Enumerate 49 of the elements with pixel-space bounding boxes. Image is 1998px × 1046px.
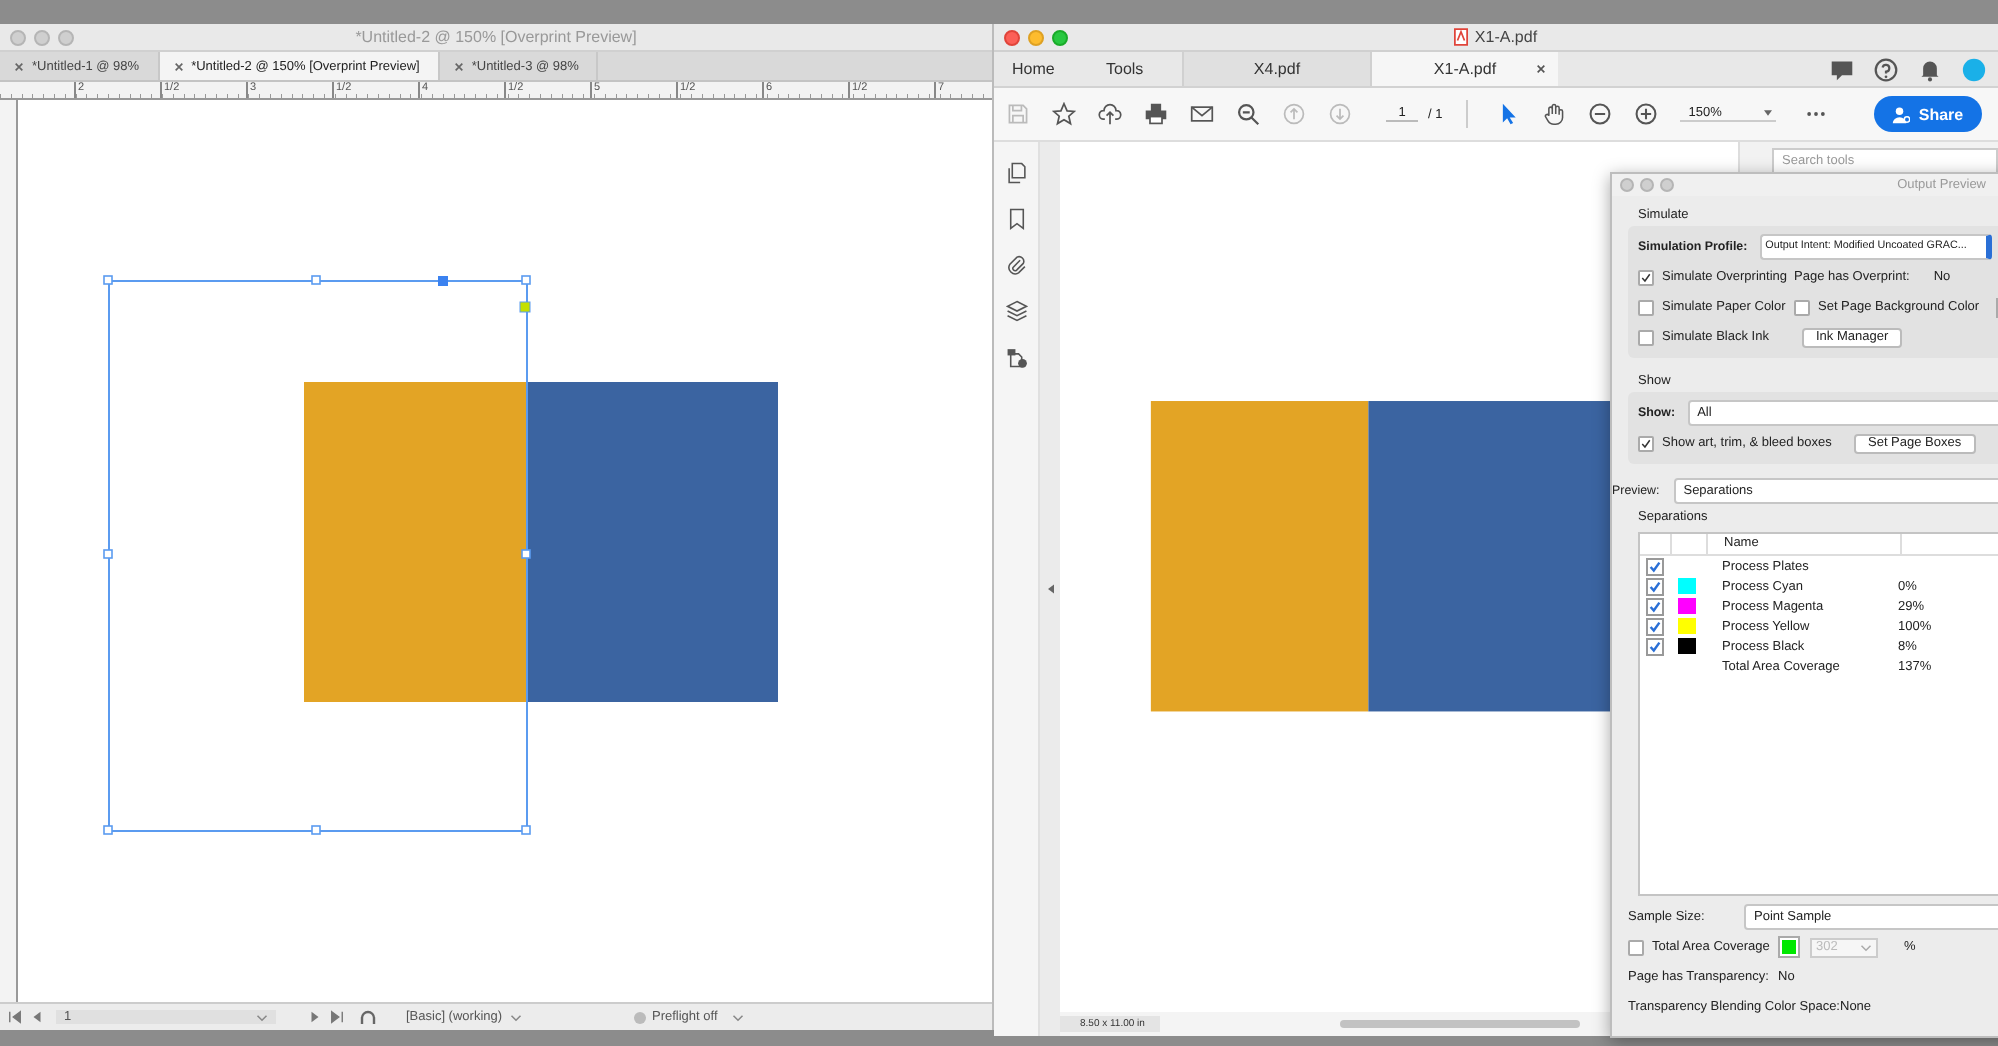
caret-icon[interactable] — [1764, 110, 1773, 116]
color-swatch[interactable] — [1778, 936, 1800, 958]
close-icon[interactable] — [453, 61, 464, 71]
last-page-icon[interactable] — [330, 1010, 344, 1024]
checkbox[interactable] — [1646, 577, 1664, 595]
nav-link[interactable]: Tools — [1088, 60, 1182, 78]
next-page-icon[interactable] — [308, 1010, 322, 1024]
checkbox[interactable] — [1646, 557, 1664, 575]
window-title: X1-A.pdf — [1474, 28, 1538, 46]
checkbox[interactable] — [1646, 617, 1664, 635]
bell-icon[interactable] — [1918, 57, 1942, 81]
pages-icon[interactable] — [1005, 162, 1027, 184]
bookmark-icon[interactable] — [1005, 208, 1027, 230]
previous-page-icon[interactable] — [30, 1010, 44, 1024]
nav-link[interactable]: Home — [994, 60, 1088, 78]
comment-icon[interactable] — [1830, 57, 1854, 81]
person-icon — [1892, 105, 1911, 123]
zoom-search-icon[interactable] — [1236, 102, 1260, 126]
close-icon[interactable] — [173, 61, 184, 71]
status-dot-icon — [634, 1011, 646, 1023]
selection-frame[interactable] — [103, 275, 531, 835]
upload-icon[interactable] — [1098, 102, 1122, 126]
paperclip-icon[interactable] — [1005, 254, 1027, 276]
share-button[interactable]: Share — [1874, 96, 1982, 132]
caret-icon[interactable] — [731, 1013, 744, 1021]
mail-icon[interactable] — [1190, 102, 1214, 126]
print-icon[interactable] — [1144, 102, 1168, 126]
hand-icon[interactable] — [1542, 102, 1567, 126]
arc-icon[interactable] — [360, 1009, 380, 1025]
pdf-file-icon — [1454, 28, 1469, 46]
checkbox[interactable] — [1646, 637, 1664, 655]
scrollbar[interactable] — [1340, 1020, 1581, 1028]
first-page-icon[interactable] — [8, 1010, 22, 1024]
close-icon[interactable] — [1536, 64, 1546, 74]
help-icon[interactable] — [1874, 57, 1898, 81]
caret-icon[interactable] — [256, 1013, 268, 1021]
collapse-icon[interactable] — [1047, 584, 1053, 594]
zoom-in-icon[interactable] — [1634, 102, 1659, 126]
window-title: *Untitled-2 @ 150% [Overprint Preview] — [353, 28, 639, 46]
caret-icon[interactable] — [510, 1013, 523, 1021]
checkbox[interactable] — [1646, 597, 1664, 615]
star-icon[interactable] — [1052, 102, 1076, 126]
zoom-out-icon[interactable] — [1588, 102, 1613, 126]
checkmark-icon — [1640, 437, 1652, 449]
checkmark-icon — [1640, 271, 1652, 283]
layers-icon[interactable] — [1005, 300, 1027, 322]
document-tab[interactable]: X1-A.pdf — [1370, 52, 1558, 86]
document-tab[interactable]: X4.pdf — [1182, 52, 1370, 86]
close-icon[interactable] — [14, 61, 24, 71]
